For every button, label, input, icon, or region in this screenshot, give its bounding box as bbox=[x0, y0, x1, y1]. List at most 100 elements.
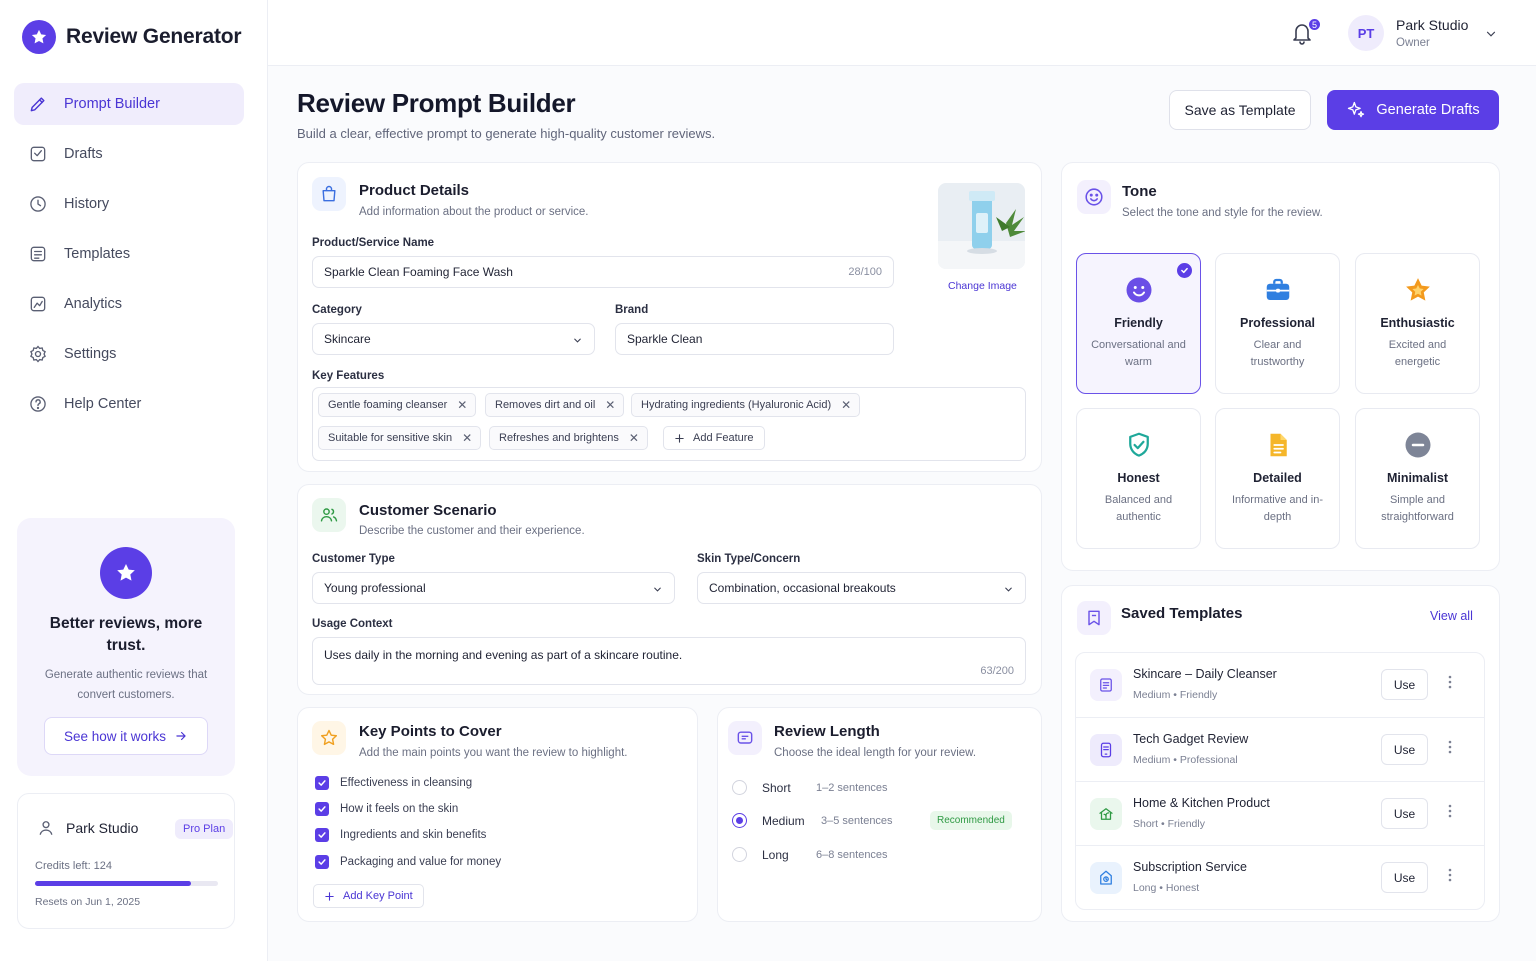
save-as-template-button[interactable]: Save as Template bbox=[1169, 90, 1311, 130]
sidebar-item-history[interactable]: History bbox=[14, 183, 244, 225]
tone-option-professional[interactable]: Professional Clear and trustworthy bbox=[1215, 253, 1340, 394]
users-icon bbox=[312, 498, 346, 532]
chevron-down-icon bbox=[1005, 587, 1012, 592]
radio-unchecked-icon[interactable] bbox=[732, 780, 747, 795]
change-image-link[interactable]: Change Image bbox=[948, 280, 1017, 292]
user-icon bbox=[39, 821, 53, 835]
review-length-title: Review Length bbox=[774, 723, 880, 740]
generate-drafts-button[interactable]: Generate Drafts bbox=[1327, 90, 1499, 130]
checkbox-checked-icon[interactable] bbox=[315, 802, 329, 816]
star-badge-icon bbox=[100, 547, 152, 599]
pencil-icon bbox=[30, 97, 45, 112]
sidebar-item-templates[interactable]: Templates bbox=[14, 233, 244, 275]
brand-label: Brand bbox=[615, 304, 649, 316]
key-point-label: Ingredients and skin benefits bbox=[340, 829, 487, 841]
add-key-point-button[interactable]: Add Key Point bbox=[313, 884, 424, 908]
customer-scenario-subtitle: Describe the customer and their experien… bbox=[359, 525, 585, 537]
tone-name: Friendly bbox=[1114, 316, 1163, 330]
see-how-it-works-button[interactable]: See how it works bbox=[44, 717, 208, 755]
skin-type-select[interactable]: Combination, occasional breakouts bbox=[697, 572, 1026, 604]
sidebar-item-label: Settings bbox=[64, 346, 117, 362]
more-vertical-icon[interactable] bbox=[1448, 868, 1452, 882]
sidebar-item-label: Templates bbox=[64, 246, 131, 262]
tone-option-friendly[interactable]: Friendly Conversational and warm bbox=[1076, 253, 1201, 394]
template-row[interactable]: Home & Kitchen Product Short • Friendly … bbox=[1076, 781, 1484, 845]
remove-tag-icon[interactable]: ✕ bbox=[841, 398, 851, 412]
template-row[interactable]: Tech Gadget Review Medium • Professional… bbox=[1076, 717, 1484, 781]
usage-context-textarea[interactable]: Uses daily in the morning and evening as… bbox=[312, 637, 1026, 685]
length-option-label: Medium bbox=[762, 813, 805, 828]
promo-text: Generate authentic reviews that convert … bbox=[44, 669, 208, 701]
sidebar-item-label: History bbox=[64, 196, 110, 212]
tone-option-detailed[interactable]: Detailed Informative and in-depth bbox=[1215, 408, 1340, 549]
template-tone: Professional bbox=[1179, 754, 1238, 766]
remove-tag-icon[interactable]: ✕ bbox=[605, 398, 615, 412]
user-menu-toggle[interactable] bbox=[1484, 27, 1498, 41]
more-vertical-icon[interactable] bbox=[1448, 740, 1452, 754]
remove-tag-icon[interactable]: ✕ bbox=[462, 431, 472, 445]
feature-tag-label: Refreshes and brightens bbox=[499, 432, 619, 444]
key-point-item: Effectiveness in cleansing bbox=[315, 776, 472, 790]
product-name-counter: 28/100 bbox=[848, 266, 882, 278]
key-point-item: Ingredients and skin benefits bbox=[315, 828, 486, 842]
briefcase-icon bbox=[1262, 274, 1294, 306]
use-template-button[interactable]: Use bbox=[1381, 798, 1428, 829]
length-option-long[interactable]: Long 6–8 sentences bbox=[732, 847, 888, 862]
avatar[interactable]: PT bbox=[1348, 15, 1384, 51]
template-tone: Friendly bbox=[1179, 689, 1218, 701]
category-select[interactable]: Skincare bbox=[312, 323, 595, 355]
remove-tag-icon[interactable]: ✕ bbox=[629, 431, 639, 445]
tone-option-enthusiastic[interactable]: Enthusiastic Excited and energetic bbox=[1355, 253, 1480, 394]
smile-icon bbox=[1123, 274, 1155, 306]
use-template-button[interactable]: Use bbox=[1381, 862, 1428, 893]
saved-templates-title: Saved Templates bbox=[1121, 605, 1243, 622]
tone-option-honest[interactable]: Honest Balanced and authentic bbox=[1076, 408, 1201, 549]
length-option-medium[interactable]: Medium 3–5 sentences bbox=[732, 813, 893, 828]
radio-unchecked-icon[interactable] bbox=[732, 847, 747, 862]
checkbox-checked-icon[interactable] bbox=[315, 828, 329, 842]
checkbox-checked-icon[interactable] bbox=[315, 776, 329, 790]
account-card: Park Studio Pro Plan Credits left: 124 R… bbox=[17, 793, 235, 929]
add-feature-button[interactable]: Add Feature bbox=[663, 426, 765, 450]
tone-option-minimalist[interactable]: Minimalist Simple and straightforward bbox=[1355, 408, 1480, 549]
tone-desc: Clear and trustworthy bbox=[1250, 339, 1305, 368]
key-point-label: Effectiveness in cleansing bbox=[340, 777, 473, 789]
star-outline-icon bbox=[312, 721, 346, 755]
more-vertical-icon[interactable] bbox=[1448, 675, 1452, 689]
length-option-short[interactable]: Short 1–2 sentences bbox=[732, 780, 888, 795]
user-role: Owner bbox=[1396, 37, 1430, 49]
view-all-link[interactable]: View all bbox=[1430, 609, 1473, 623]
templates-icon bbox=[30, 246, 46, 262]
tone-desc: Informative and in-depth bbox=[1231, 494, 1324, 523]
remove-tag-icon[interactable]: ✕ bbox=[457, 398, 467, 412]
sidebar-item-prompt-builder[interactable]: Prompt Builder bbox=[14, 83, 244, 125]
sidebar-item-settings[interactable]: Settings bbox=[14, 333, 244, 375]
length-option-label: Short bbox=[762, 780, 791, 795]
feature-tag: Refreshes and brightens ✕ bbox=[489, 426, 648, 450]
plus-icon bbox=[675, 433, 684, 443]
template-row[interactable]: Subscription Service Long • Honest Use bbox=[1076, 845, 1484, 909]
tone-name: Professional bbox=[1239, 316, 1316, 330]
radio-checked-icon[interactable] bbox=[732, 813, 747, 828]
template-row[interactable]: Skincare – Daily Cleanser Medium • Frien… bbox=[1076, 653, 1484, 717]
product-name-input[interactable]: Sparkle Clean Foaming Face Wash 28/100 bbox=[312, 256, 894, 288]
star-icon bbox=[1402, 274, 1434, 306]
customer-type-select[interactable]: Young professional bbox=[312, 572, 675, 604]
use-template-button[interactable]: Use bbox=[1381, 669, 1428, 700]
customer-type-label: Customer Type bbox=[312, 553, 395, 565]
template-name: Tech Gadget Review bbox=[1133, 732, 1249, 746]
brand-input[interactable]: Sparkle Clean bbox=[615, 323, 894, 355]
app-logo[interactable]: Review Generator bbox=[22, 20, 242, 54]
template-length: Long bbox=[1133, 882, 1157, 894]
credits-progress-fill bbox=[35, 881, 191, 886]
sidebar-item-drafts[interactable]: Drafts bbox=[14, 133, 244, 175]
use-template-button[interactable]: Use bbox=[1381, 734, 1428, 765]
checkbox-checked-icon[interactable] bbox=[315, 855, 329, 869]
home-plant-icon bbox=[1090, 798, 1122, 830]
sidebar-item-help-center[interactable]: Help Center bbox=[14, 383, 244, 425]
more-vertical-icon[interactable] bbox=[1448, 804, 1452, 818]
page-subtitle: Build a clear, effective prompt to gener… bbox=[297, 126, 716, 141]
sidebar-item-analytics[interactable]: Analytics bbox=[14, 283, 244, 325]
category-value: Skincare bbox=[324, 332, 371, 346]
feature-tag: Gentle foaming cleanser ✕ bbox=[318, 393, 477, 417]
